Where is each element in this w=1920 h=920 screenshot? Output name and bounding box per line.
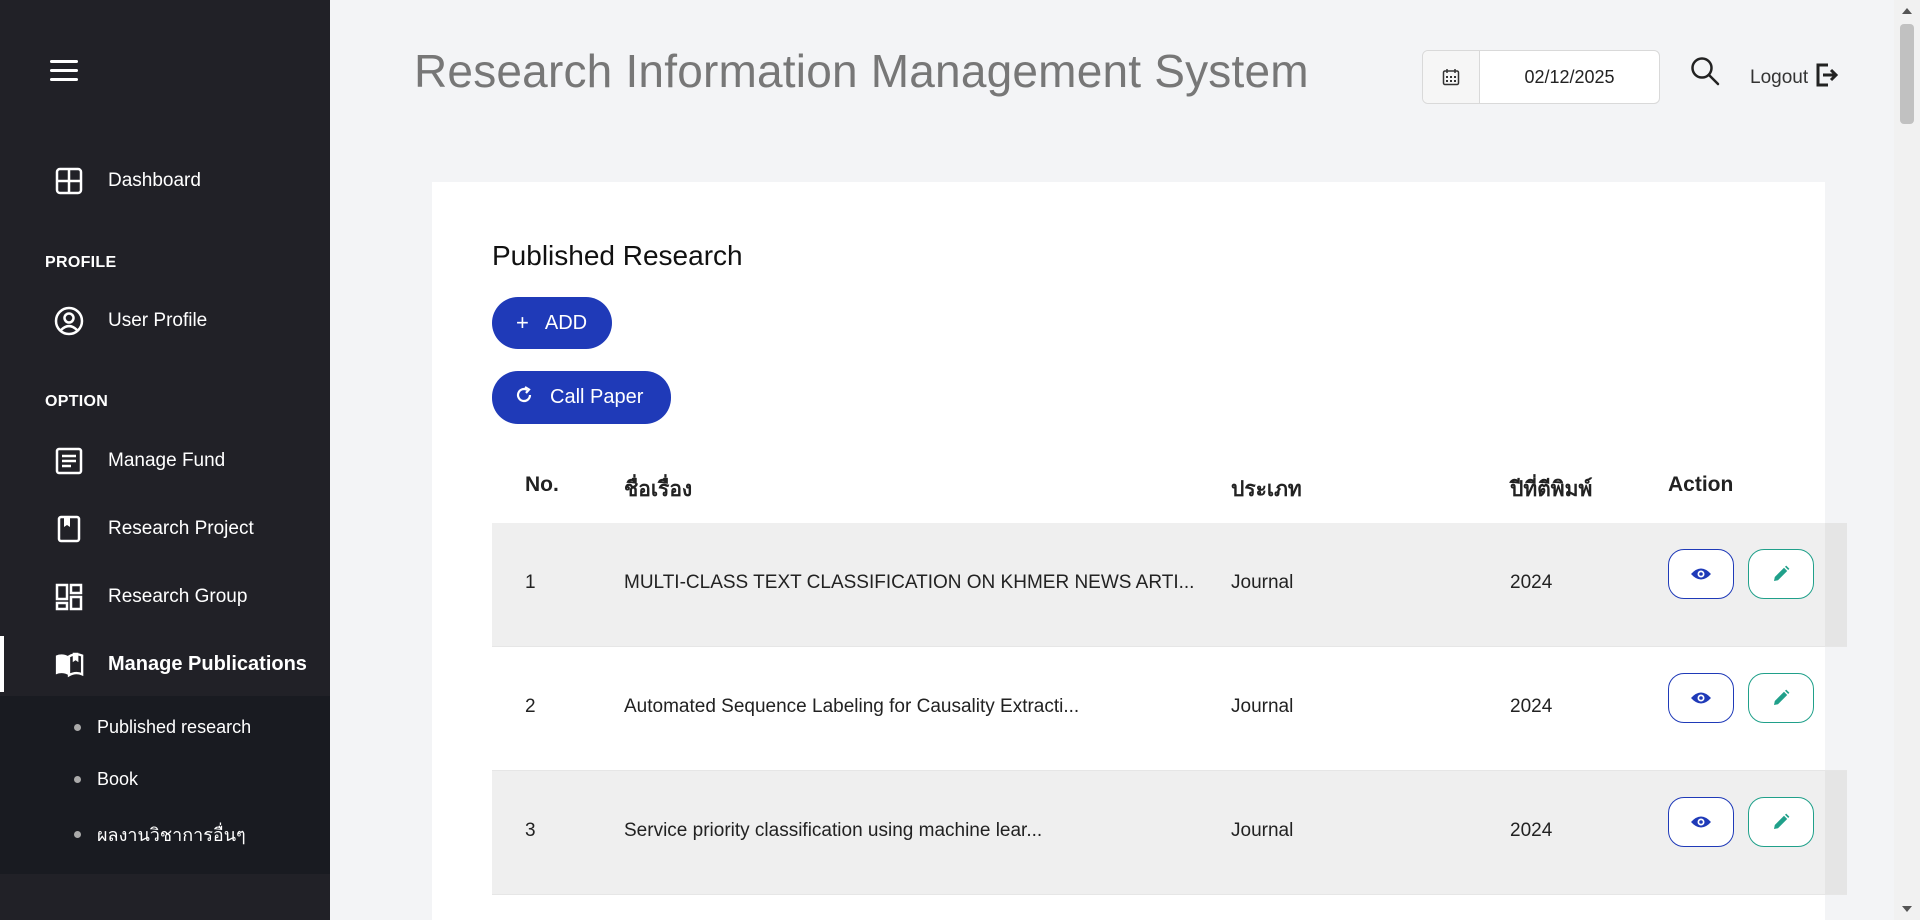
logout-button[interactable]: Logout	[1750, 62, 1840, 93]
add-button[interactable]: + ADD	[492, 297, 612, 349]
pencil-icon	[1774, 565, 1790, 581]
refresh-icon	[514, 385, 534, 411]
call-paper-button[interactable]: Call Paper	[492, 371, 671, 424]
table-row: 3 Service priority classification using …	[492, 771, 1847, 895]
row-edge-shade	[1825, 771, 1847, 894]
open-book-icon	[54, 649, 84, 679]
menu-toggle-icon[interactable]	[50, 60, 78, 82]
sidebar-item-label: User Profile	[108, 310, 208, 331]
cell-title: MULTI-CLASS TEXT CLASSIFICATION ON KHMER…	[624, 572, 1195, 593]
edit-button[interactable]	[1748, 797, 1814, 847]
sidebar-item-label: Manage Publications	[108, 652, 307, 675]
bullet-icon	[74, 831, 81, 838]
pencil-icon	[1774, 813, 1790, 829]
cell-no: 2	[525, 696, 536, 717]
bookmark-book-icon	[54, 514, 84, 544]
call-paper-label: Call Paper	[550, 386, 644, 408]
date-picker[interactable]: 02/12/2025	[1422, 50, 1660, 104]
page-title: Research Information Management System	[414, 45, 1309, 97]
grid-icon	[54, 166, 84, 196]
search-icon[interactable]	[1690, 56, 1722, 88]
view-button[interactable]	[1668, 797, 1734, 847]
cell-title: Service priority classification using ma…	[624, 820, 1043, 841]
sidebar-item-manage-fund[interactable]: Manage Fund	[0, 433, 330, 489]
scroll-up-icon[interactable]	[1902, 8, 1912, 14]
submenu-item-published-research[interactable]: Published research	[74, 717, 251, 738]
cell-title: Automated Sequence Labeling for Causalit…	[624, 696, 1080, 717]
sidebar-item-label: Research Project	[108, 518, 254, 539]
sidebar-item-dashboard[interactable]: Dashboard	[0, 153, 330, 209]
user-circle-icon	[54, 306, 84, 336]
sidebar-item-research-project[interactable]: Research Project	[0, 501, 330, 557]
published-research-card: Published Research + ADD Call Paper No. …	[432, 182, 1847, 920]
row-edge-shade	[1825, 523, 1847, 646]
section-title-profile: PROFILE	[45, 254, 117, 271]
cell-year: 2024	[1510, 696, 1553, 717]
submenu-item-book[interactable]: Book	[74, 769, 138, 790]
scroll-down-icon[interactable]	[1902, 906, 1912, 912]
table-row: 1 MULTI-CLASS TEXT CLASSIFICATION ON KHM…	[492, 523, 1847, 647]
eye-icon	[1691, 692, 1711, 704]
sidebar-item-manage-publications[interactable]: Manage Publications	[0, 636, 330, 692]
edit-button[interactable]	[1748, 673, 1814, 723]
page-scrollbar[interactable]	[1894, 0, 1920, 920]
logout-label: Logout	[1750, 66, 1809, 88]
submenu-item-label: Book	[97, 769, 139, 789]
submenu-item-other-works[interactable]: ผลงานวิชาการอื่นๆ	[74, 820, 246, 849]
logout-icon	[1814, 62, 1840, 93]
document-icon	[54, 446, 84, 476]
sidebar-item-label: Dashboard	[108, 170, 201, 191]
cell-type: Journal	[1231, 820, 1294, 841]
column-header-no: No.	[525, 473, 559, 496]
column-header-title: ชื่อเรื่อง	[624, 478, 693, 501]
bullet-icon	[74, 776, 81, 783]
date-value[interactable]: 02/12/2025	[1480, 51, 1659, 103]
eye-icon	[1691, 816, 1711, 828]
sidebar-item-label: Research Group	[108, 586, 248, 607]
section-title-option: OPTION	[45, 393, 109, 410]
add-button-label: ADD	[544, 311, 588, 334]
eye-icon	[1691, 568, 1711, 580]
table-row: 2 Automated Sequence Labeling for Causal…	[492, 647, 1847, 771]
plus-icon: +	[516, 310, 529, 335]
view-button[interactable]	[1668, 673, 1734, 723]
view-button[interactable]	[1668, 549, 1734, 599]
calendar-icon[interactable]	[1423, 51, 1480, 103]
edit-button[interactable]	[1748, 549, 1814, 599]
submenu-item-label: Published research	[97, 717, 252, 737]
column-header-action: Action	[1668, 473, 1734, 496]
dashboard-layout-icon	[54, 582, 84, 612]
column-header-type: ประเภท	[1231, 478, 1302, 501]
sidebar-item-user-profile[interactable]: User Profile	[0, 293, 330, 349]
sidebar-item-label: Manage Fund	[108, 450, 226, 471]
table-header: No. ชื่อเรื่อง ประเภท ปีที่ตีพิมพ์ Actio…	[492, 447, 1847, 523]
cell-no: 3	[525, 820, 536, 841]
cell-no: 1	[525, 572, 536, 593]
pencil-icon	[1774, 689, 1790, 705]
bullet-icon	[74, 724, 81, 731]
publications-submenu: Published research Book ผลงานวิชาการอื่น…	[0, 696, 330, 874]
sidebar: Dashboard PROFILE User Profile OPTION Ma…	[0, 0, 330, 920]
cell-type: Journal	[1231, 572, 1294, 593]
column-header-year: ปีที่ตีพิมพ์	[1510, 478, 1593, 501]
submenu-item-label: ผลงานวิชาการอื่นๆ	[97, 825, 246, 845]
sidebar-item-research-group[interactable]: Research Group	[0, 569, 330, 625]
publications-table: No. ชื่อเรื่อง ประเภท ปีที่ตีพิมพ์ Actio…	[492, 447, 1847, 895]
cell-year: 2024	[1510, 572, 1553, 593]
cell-type: Journal	[1231, 696, 1294, 717]
scroll-thumb[interactable]	[1900, 24, 1914, 124]
card-title: Published Research	[492, 240, 743, 271]
cell-year: 2024	[1510, 820, 1553, 841]
